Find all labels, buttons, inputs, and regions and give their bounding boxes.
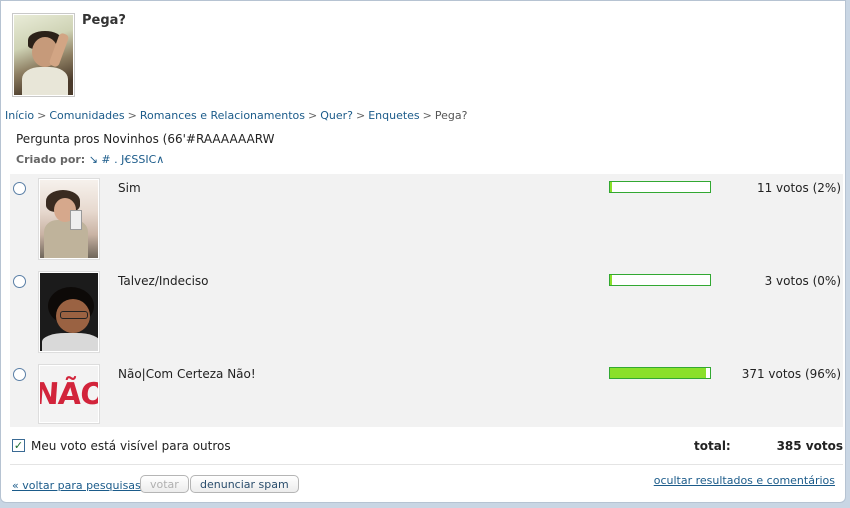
breadcrumb: Início > Comunidades > Romances e Relacionam…: [5, 109, 467, 122]
visibility-checkbox[interactable]: ✓: [12, 439, 25, 452]
breadcrumb-separator: >: [308, 109, 318, 122]
breadcrumb-separator: >: [355, 109, 366, 122]
poll-creator: Criado por: ↘ # . J€SSIC∧: [16, 153, 164, 166]
divider: [10, 464, 843, 465]
option-votes: 371 votos (96%): [741, 367, 841, 381]
poll-option-sim: Sim 11 votos (2%): [10, 174, 843, 267]
creator-prefix: Criado por:: [16, 153, 86, 166]
option-radio[interactable]: [13, 182, 26, 195]
breadcrumb-current: Pega?: [434, 109, 468, 122]
vote-button[interactable]: votar: [140, 475, 189, 493]
community-avatar[interactable]: [12, 13, 75, 97]
bar-fill: [610, 275, 612, 285]
breadcrumb-enquetes[interactable]: Enquetes: [368, 109, 419, 122]
breadcrumb-separator: >: [422, 109, 432, 122]
nao-image-text: NÃO: [40, 376, 98, 412]
option-votes: 3 votos (0%): [764, 274, 841, 288]
check-icon: ✓: [13, 439, 24, 452]
breadcrumb-separator: >: [37, 109, 47, 122]
bar-fill: [610, 368, 706, 378]
breadcrumb-comunidades[interactable]: Comunidades: [49, 109, 124, 122]
breadcrumb-quer[interactable]: Quer?: [320, 109, 353, 122]
main-panel: Pega? Início > Comunidades > Romances e Rela…: [0, 0, 846, 503]
creator-link[interactable]: ↘ # . J€SSIC∧: [89, 153, 165, 166]
option-image[interactable]: [38, 271, 100, 353]
option-result-bar: [609, 274, 711, 286]
poll-options: Sim 11 votos (2%) Talvez/Indeciso 3 voto…: [10, 174, 843, 427]
option-image[interactable]: NÃO: [38, 364, 100, 424]
breadcrumb-inicio[interactable]: Início: [5, 109, 34, 122]
poll-question: Pergunta pros Novinhos (66'#RAAAAAARW: [16, 132, 275, 146]
total-label: total:: [694, 439, 731, 453]
option-radio[interactable]: [13, 368, 26, 381]
breadcrumb-romances[interactable]: Romances e Relacionamentos: [140, 109, 305, 122]
option-result-bar: [609, 367, 711, 379]
total-votes: 385 votos: [776, 439, 843, 453]
bar-fill: [610, 182, 612, 192]
vote-visibility-row: ✓ Meu voto está visível para outros tota…: [12, 439, 843, 455]
hide-results-link[interactable]: ocultar resultados e comentários: [654, 474, 835, 487]
breadcrumb-separator: >: [127, 109, 137, 122]
option-photo: NÃO: [40, 366, 98, 422]
option-result-bar: [609, 181, 711, 193]
option-photo: [40, 180, 98, 258]
option-radio[interactable]: [13, 275, 26, 288]
option-image[interactable]: [38, 178, 100, 260]
avatar-image: [14, 15, 73, 95]
option-label: Sim: [118, 181, 141, 195]
option-label: Talvez/Indeciso: [118, 274, 209, 288]
option-photo: [40, 273, 98, 351]
option-label: Não|Com Certeza Não!: [118, 367, 256, 381]
poll-option-talvez: Talvez/Indeciso 3 votos (0%): [10, 267, 843, 360]
report-spam-button[interactable]: denunciar spam: [190, 475, 299, 493]
visibility-label: Meu voto está visível para outros: [31, 439, 231, 453]
option-votes: 11 votos (2%): [756, 181, 841, 195]
back-to-polls-link[interactable]: « voltar para pesquisas: [12, 479, 141, 492]
page-title: Pega?: [82, 13, 126, 28]
